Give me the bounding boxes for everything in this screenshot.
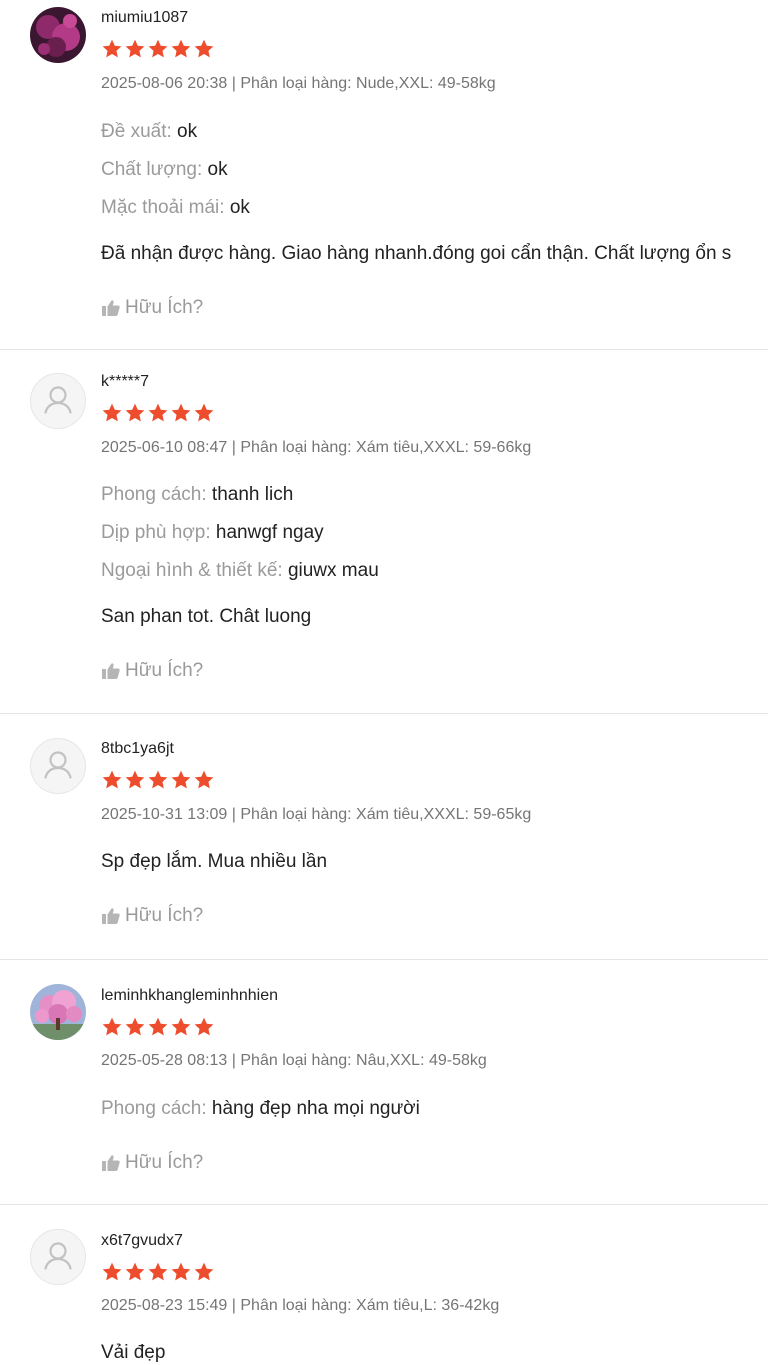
review-meta: 2025-08-06 20:38 | Phân loại hàng: Nude,… bbox=[101, 75, 496, 92]
avatar[interactable] bbox=[30, 7, 86, 63]
star-icon bbox=[194, 39, 214, 58]
star-icon bbox=[102, 403, 122, 422]
star-icon bbox=[148, 39, 168, 58]
star-icon bbox=[148, 403, 168, 422]
review-content: Vải đẹp bbox=[101, 1342, 166, 1363]
review-attribute: Mặc thoải mái: ok bbox=[101, 197, 250, 219]
helpful-button[interactable]: Hữu Ích? bbox=[101, 1152, 203, 1174]
rating-stars bbox=[101, 402, 215, 424]
review-item: 8tbc1ya6jt 2025-10-31 13:09 | Phân loại … bbox=[0, 714, 768, 960]
helpful-label: Hữu Ích? bbox=[125, 297, 204, 318]
default-user-icon bbox=[31, 374, 85, 428]
review-content: Đã nhận được hàng. Giao hàng nhanh.đóng … bbox=[101, 243, 732, 264]
star-icon bbox=[194, 403, 214, 422]
username: miumiu1087 bbox=[101, 9, 189, 26]
star-icon bbox=[194, 1017, 214, 1036]
star-icon bbox=[102, 39, 122, 58]
star-icon bbox=[171, 39, 191, 58]
thumbs-up-icon bbox=[101, 662, 121, 680]
attribute-key: Dịp phù hợp: bbox=[101, 522, 211, 543]
review-item: leminhkhangleminhnhien 2025-05-28 08:13 … bbox=[0, 960, 768, 1205]
avatar[interactable] bbox=[30, 373, 86, 429]
review-content: Sp đẹp lắm. Mua nhiều lần bbox=[101, 851, 328, 872]
star-icon bbox=[102, 1262, 122, 1281]
review-attribute: Ngoại hình & thiết kế: giuwx mau bbox=[101, 560, 379, 582]
avatar[interactable] bbox=[30, 1229, 86, 1285]
review-attribute: Phong cách: thanh lich bbox=[101, 484, 293, 506]
star-icon bbox=[125, 403, 145, 422]
username: x6t7gvudx7 bbox=[101, 1232, 183, 1249]
review-attribute: Chất lượng: ok bbox=[101, 159, 228, 181]
attribute-key: Phong cách: bbox=[101, 1098, 207, 1119]
helpful-button[interactable]: Hữu Ích? bbox=[101, 905, 203, 927]
avatar-photo-icon bbox=[30, 7, 86, 63]
attribute-key: Mặc thoải mái: bbox=[101, 197, 225, 218]
review-content: San phan tot. Chât luong bbox=[101, 606, 312, 627]
rating-stars bbox=[101, 1016, 215, 1038]
review-meta: 2025-05-28 08:13 | Phân loại hàng: Nâu,X… bbox=[101, 1052, 487, 1069]
attribute-value: thanh lich bbox=[211, 484, 294, 505]
star-icon bbox=[171, 1017, 191, 1036]
review-item: miumiu1087 2025-08-06 20:38 | Phân loại … bbox=[0, 0, 768, 350]
review-meta: 2025-06-10 08:47 | Phân loại hàng: Xám t… bbox=[101, 439, 532, 456]
rating-stars bbox=[101, 1261, 215, 1283]
thumbs-up-icon bbox=[101, 907, 121, 925]
helpful-label: Hữu Ích? bbox=[125, 1152, 204, 1173]
avatar[interactable] bbox=[30, 738, 86, 794]
thumbs-up-icon bbox=[101, 299, 121, 317]
attribute-value: ok bbox=[229, 197, 250, 218]
username: leminhkhangleminhnhien bbox=[101, 987, 279, 1004]
review-attribute: Phong cách: hàng đẹp nha mọi người bbox=[101, 1098, 420, 1120]
rating-stars bbox=[101, 38, 215, 60]
review-item: x6t7gvudx7 2025-08-23 15:49 | Phân loại … bbox=[0, 1205, 768, 1365]
attribute-value: giuwx mau bbox=[287, 560, 379, 581]
star-icon bbox=[194, 1262, 214, 1281]
attribute-value: hàng đẹp nha mọi người bbox=[211, 1098, 420, 1119]
star-icon bbox=[102, 1017, 122, 1036]
star-icon bbox=[148, 1017, 168, 1036]
star-icon bbox=[171, 1262, 191, 1281]
helpful-button[interactable]: Hữu Ích? bbox=[101, 660, 203, 682]
review-meta: 2025-08-23 15:49 | Phân loại hàng: Xám t… bbox=[101, 1297, 500, 1314]
attribute-key: Ngoại hình & thiết kế: bbox=[101, 560, 283, 581]
star-icon bbox=[125, 39, 145, 58]
username: 8tbc1ya6jt bbox=[101, 740, 174, 757]
star-icon bbox=[148, 770, 168, 789]
username: k*****7 bbox=[101, 373, 150, 390]
helpful-label: Hữu Ích? bbox=[125, 660, 204, 681]
review-attribute: Đề xuất: ok bbox=[101, 121, 197, 143]
star-icon bbox=[171, 770, 191, 789]
helpful-button[interactable]: Hữu Ích? bbox=[101, 297, 203, 319]
attribute-key: Đề xuất: bbox=[101, 121, 172, 142]
default-user-icon bbox=[31, 1230, 85, 1284]
review-item: k*****7 2025-06-10 08:47 | Phân loại hàn… bbox=[0, 350, 768, 714]
review-meta: 2025-10-31 13:09 | Phân loại hàng: Xám t… bbox=[101, 806, 532, 823]
rating-stars bbox=[101, 769, 215, 791]
attribute-key: Phong cách: bbox=[101, 484, 207, 505]
review-attribute: Dịp phù hợp: hanwgf ngay bbox=[101, 522, 324, 544]
attribute-value: ok bbox=[177, 121, 198, 142]
helpful-label: Hữu Ích? bbox=[125, 905, 204, 926]
star-icon bbox=[125, 770, 145, 789]
star-icon bbox=[171, 403, 191, 422]
attribute-value: ok bbox=[207, 159, 228, 180]
avatar-photo-icon bbox=[30, 984, 86, 1040]
default-user-icon bbox=[31, 739, 85, 793]
star-icon bbox=[125, 1262, 145, 1281]
attribute-key: Chất lượng: bbox=[101, 159, 203, 180]
avatar[interactable] bbox=[30, 984, 86, 1040]
star-icon bbox=[148, 1262, 168, 1281]
attribute-value: hanwgf ngay bbox=[215, 522, 324, 543]
star-icon bbox=[102, 770, 122, 789]
thumbs-up-icon bbox=[101, 1154, 121, 1172]
star-icon bbox=[194, 770, 214, 789]
star-icon bbox=[125, 1017, 145, 1036]
